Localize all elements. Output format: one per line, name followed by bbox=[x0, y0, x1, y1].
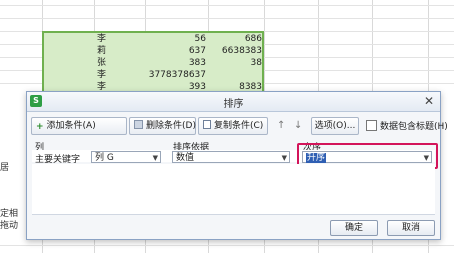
sort-by-select-value: 数值 bbox=[176, 153, 195, 163]
dialog-titlebar[interactable]: S 排序 ✕ bbox=[27, 92, 440, 112]
cut-off-text: 拖动 bbox=[0, 221, 19, 231]
copy-condition-button[interactable]: 复制条件(C) bbox=[198, 117, 268, 135]
plus-icon: + bbox=[36, 122, 44, 132]
add-condition-label: 添加条件(A) bbox=[46, 121, 96, 131]
cell-value-b[interactable]: 637 bbox=[146, 45, 206, 57]
chevron-down-icon: ▼ bbox=[281, 154, 287, 162]
cell-name[interactable]: 李 bbox=[97, 69, 106, 81]
cell-name[interactable]: 张 bbox=[97, 57, 106, 69]
add-condition-button[interactable]: + 添加条件(A) bbox=[31, 117, 127, 135]
cell-name[interactable]: 李 bbox=[97, 33, 106, 45]
dialog-title: 排序 bbox=[223, 99, 244, 110]
column-select-value: 列 G bbox=[95, 153, 114, 163]
sort-by-select[interactable]: 数值 ▼ bbox=[172, 151, 290, 163]
delete-condition-label: 删除条件(D) bbox=[146, 121, 196, 131]
delete-condition-button[interactable]: 删除条件(D) bbox=[129, 117, 196, 135]
grid-line bbox=[0, 18, 454, 19]
move-down-arrow-icon[interactable]: ↓ bbox=[294, 120, 302, 131]
cell-value-c[interactable] bbox=[209, 69, 262, 81]
cell-name[interactable]: 莉 bbox=[97, 45, 106, 57]
close-icon[interactable]: ✕ bbox=[424, 94, 434, 108]
cell-value-b[interactable]: 3778378637 bbox=[146, 69, 206, 81]
chevron-down-icon: ▼ bbox=[152, 154, 158, 162]
cut-off-text: 居 bbox=[0, 163, 10, 173]
copy-icon bbox=[203, 120, 211, 129]
cancel-button[interactable]: 取消 bbox=[387, 220, 435, 236]
header-checkbox-label: 数据包含标题(H) bbox=[380, 122, 448, 132]
header-checkbox[interactable] bbox=[366, 120, 377, 131]
column-select[interactable]: 列 G ▼ bbox=[91, 151, 161, 163]
cell-value-b[interactable]: 56 bbox=[146, 33, 206, 45]
options-button[interactable]: 选项(O)... bbox=[311, 117, 359, 135]
cell-value-b[interactable]: 383 bbox=[146, 57, 206, 69]
cell-value-c[interactable]: 6638383 bbox=[209, 45, 262, 57]
ok-button[interactable]: 确定 bbox=[330, 220, 378, 236]
copy-condition-label: 复制条件(C) bbox=[214, 121, 264, 131]
sort-dialog: S 排序 ✕ + 添加条件(A) 删除条件(D) 复制条件(C) ↑ ↓ 选项(O… bbox=[26, 91, 448, 240]
move-up-arrow-icon[interactable]: ↑ bbox=[277, 120, 285, 131]
condition-list-area bbox=[32, 164, 435, 215]
grid-line bbox=[0, 5, 454, 6]
grid-line bbox=[0, 245, 454, 246]
cell-value-c[interactable]: 686 bbox=[209, 33, 262, 45]
delete-icon bbox=[134, 120, 143, 129]
cell-value-c[interactable]: 38 bbox=[209, 57, 262, 69]
